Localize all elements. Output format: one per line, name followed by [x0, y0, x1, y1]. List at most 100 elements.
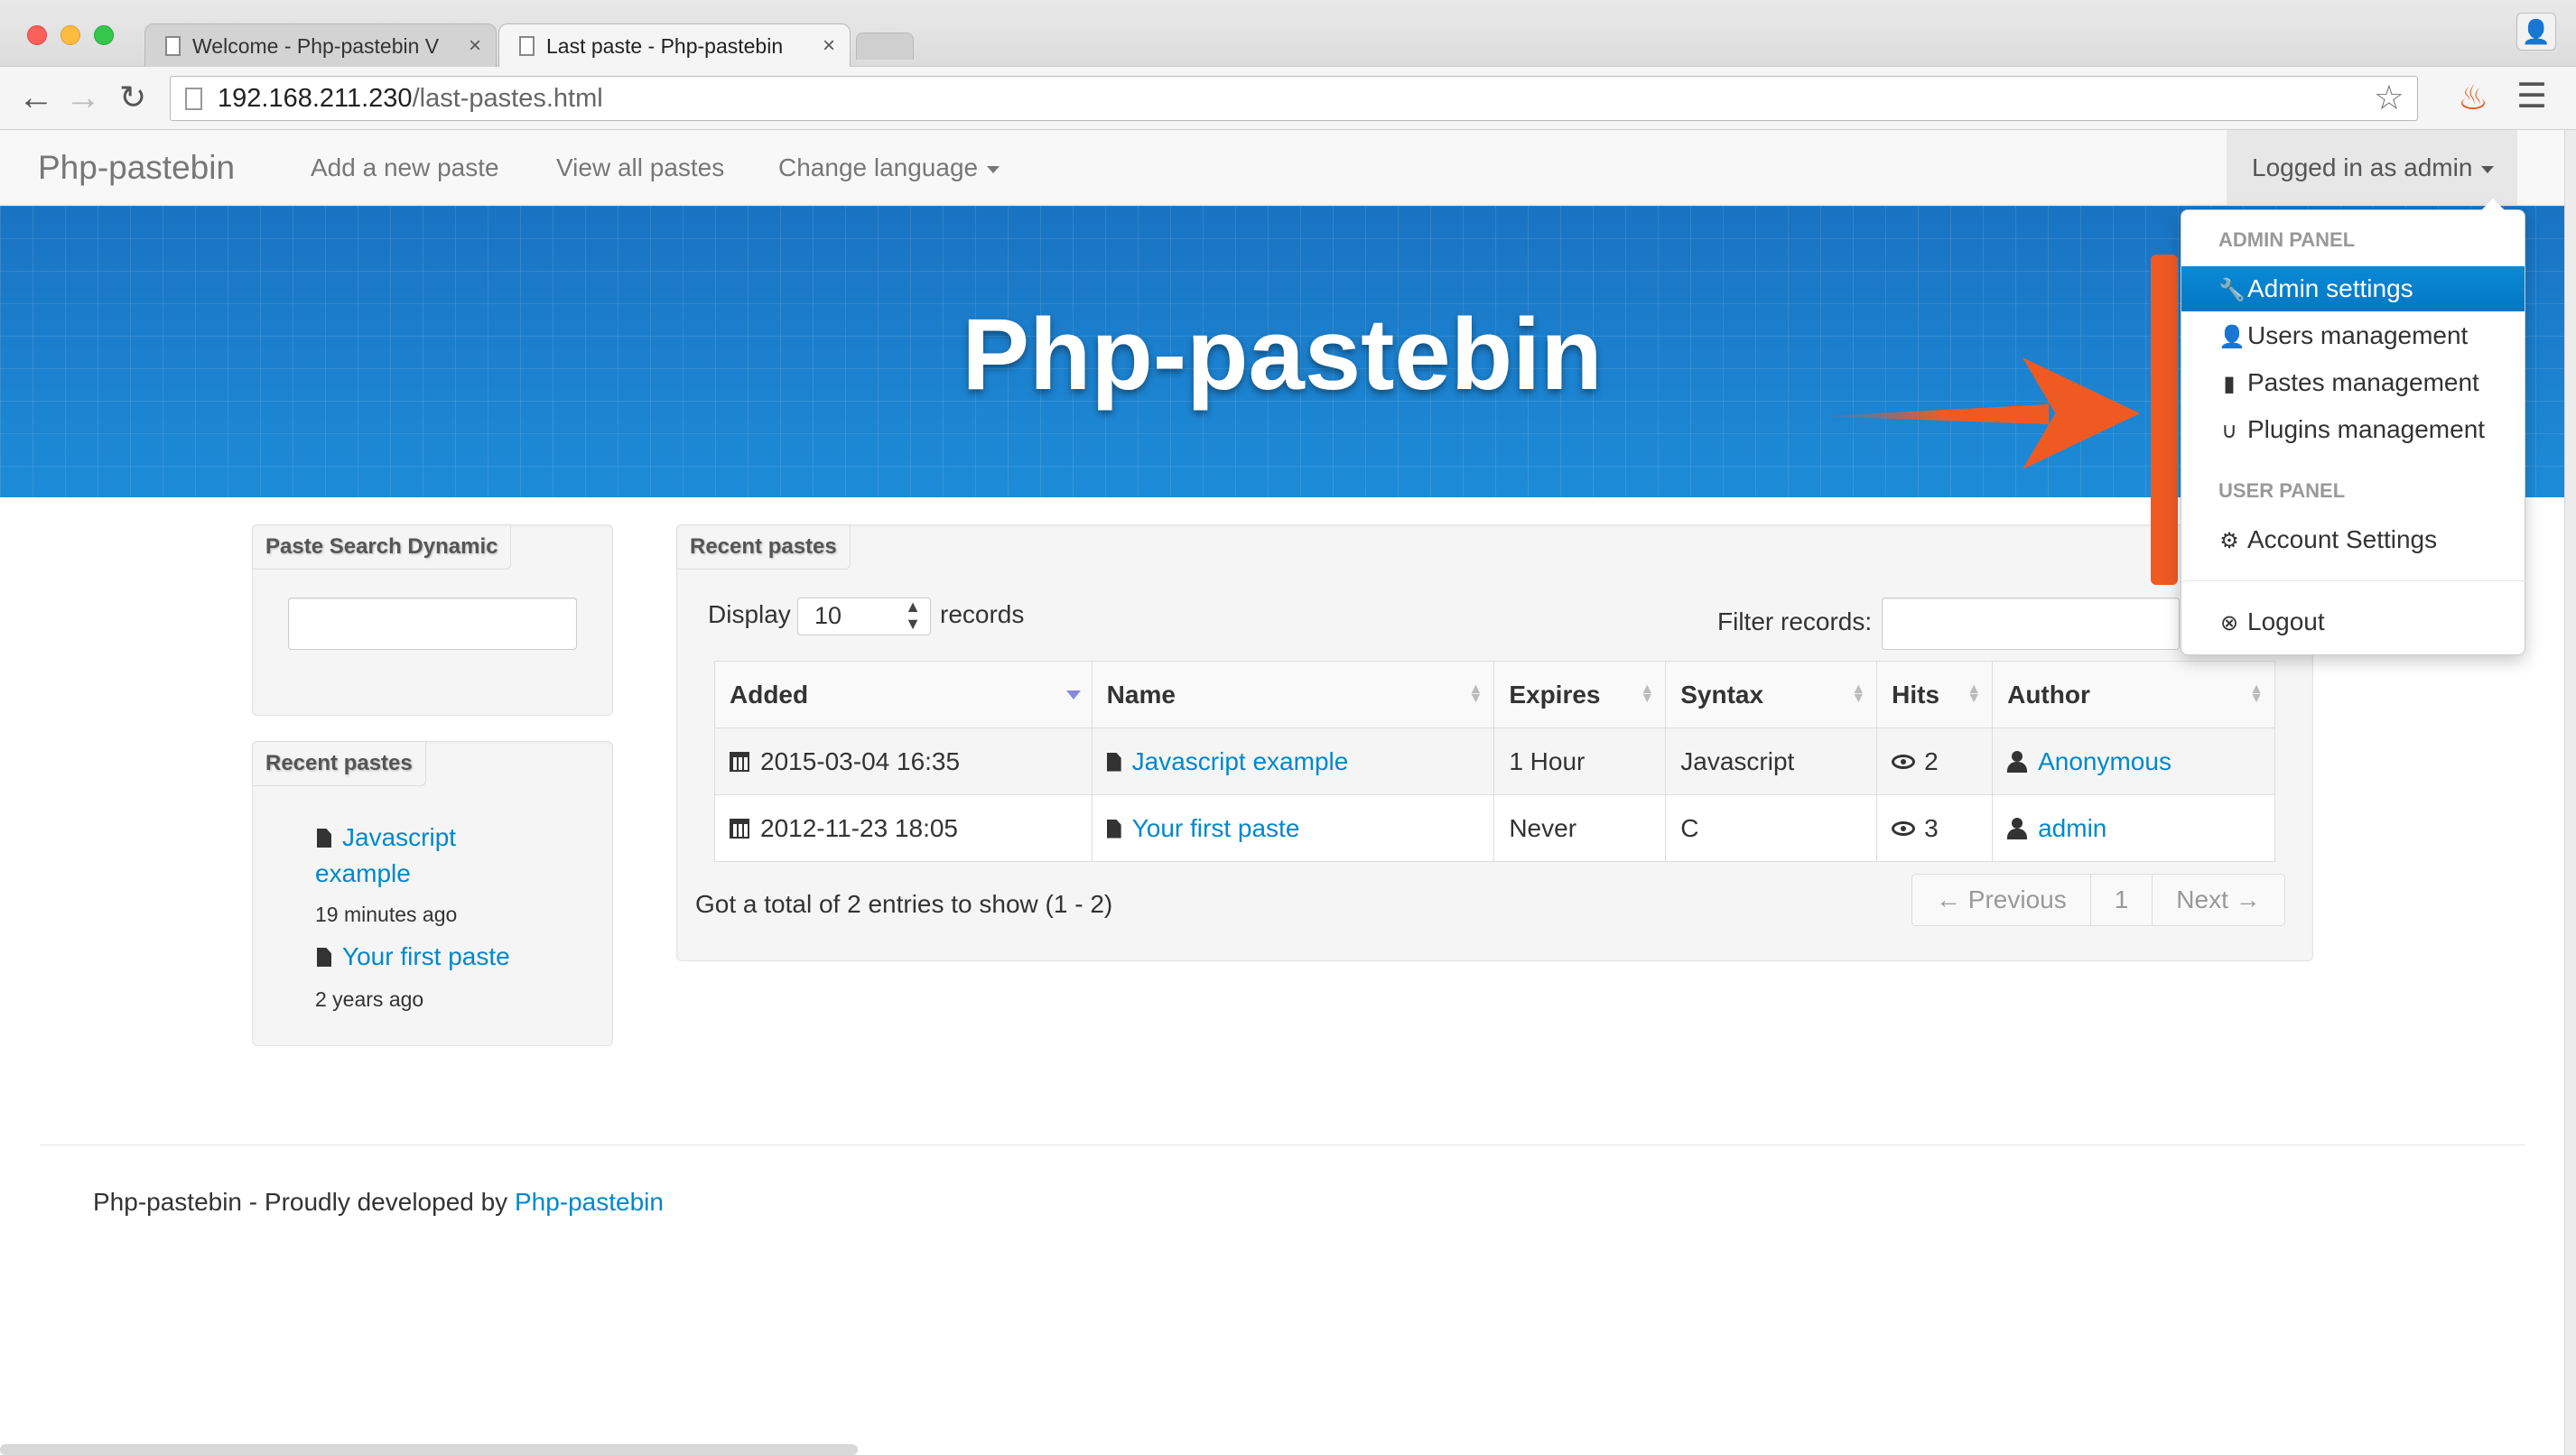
sidebar-recent-item[interactable]: Javascript	[317, 820, 456, 856]
table-summary: Got a total of 2 entries to show (1 - 2)	[695, 890, 1113, 918]
panel-title: Paste Search Dynamic	[252, 524, 512, 570]
nav-add-paste[interactable]: Add a new paste	[311, 130, 499, 206]
display-count-select[interactable]: 10 ▲ ▼	[797, 598, 931, 635]
cell-name: Javascript example	[1091, 728, 1495, 795]
close-window-button[interactable]	[27, 25, 47, 45]
sidebar-recent-item-continued[interactable]: example	[315, 856, 411, 892]
next-page-button[interactable]: Next →	[2153, 875, 2284, 925]
user-icon: 👤	[2218, 325, 2246, 349]
menu-item-label: Pastes management	[2247, 368, 2479, 396]
author-link[interactable]: Anonymous	[2038, 747, 2171, 775]
magnet-icon: ∪	[2221, 419, 2237, 443]
menu-item-admin-settings[interactable]: 🔧Admin settings	[2181, 266, 2525, 311]
horizontal-scrollbar[interactable]	[0, 1444, 858, 1455]
menu-item-plugins-management[interactable]: ∪ Plugins management	[2181, 407, 2525, 452]
paste-link[interactable]: Javascript example	[1132, 747, 1349, 775]
chevron-down-icon	[2481, 165, 2495, 173]
paste-search-input[interactable]	[288, 598, 577, 650]
pastes-table: Added Name ▲ ▼ Expires ▲ ▼ Syntax ▲ ▼ Hits ▲ ▼ A…	[714, 661, 2275, 862]
author-link[interactable]: admin	[2038, 814, 2106, 842]
sidebar-recent-item[interactable]: Your first paste	[317, 939, 510, 975]
menu-item-label: Logout	[2247, 607, 2325, 635]
admin-panel-header: ADMIN PANEL	[2218, 228, 2356, 251]
menu-item-label: Admin settings	[2247, 274, 2413, 302]
paste-link[interactable]: Your first paste	[1132, 814, 1300, 842]
maximize-window-button[interactable]	[94, 25, 114, 45]
browser-tab-last-paste[interactable]: Last paste - Php-pastebin ×	[498, 23, 851, 67]
column-title: Author	[2007, 680, 2090, 709]
recent-title-line1: Javascript	[342, 823, 457, 851]
nav-change-language[interactable]: Change language	[778, 130, 1000, 206]
recent-title: Your first paste	[342, 942, 510, 970]
column-header-hits[interactable]: Hits ▲ ▼	[1876, 661, 1994, 728]
logout-circle-x-icon: ⊗	[2219, 611, 2239, 635]
recent-time: 2 years ago	[315, 987, 424, 1011]
nav-view-all[interactable]: View all pastes	[556, 130, 724, 206]
table-header-row: Added Name ▲ ▼ Expires ▲ ▼ Syntax ▲ ▼ Hits ▲ ▼ A…	[714, 661, 2275, 728]
file-icon: ▮	[2223, 372, 2236, 396]
cell-name: Your first paste	[1091, 794, 1495, 862]
eye-icon	[1892, 820, 1916, 836]
window-edge	[2564, 130, 2576, 1455]
cell-added: 2012-11-23 18:05	[714, 794, 1093, 862]
new-tab-button[interactable]	[856, 32, 914, 60]
recent-time: 19 minutes ago	[315, 903, 458, 926]
column-header-name[interactable]: Name ▲ ▼	[1091, 661, 1495, 728]
forward-arrow-icon[interactable]: →	[65, 76, 101, 119]
user-menu-toggle[interactable]: Logged in as admin	[2227, 130, 2517, 206]
file-icon	[1106, 819, 1121, 839]
column-header-syntax[interactable]: Syntax ▲ ▼	[1665, 661, 1878, 728]
cell-expires: Never	[1493, 794, 1667, 862]
page-icon	[519, 36, 535, 56]
minimize-window-button[interactable]	[60, 25, 80, 45]
bookmark-star-icon[interactable]: ☆	[2374, 77, 2404, 120]
browser-tab-welcome[interactable]: Welcome - Php-pastebin V ×	[144, 23, 497, 67]
url-path: /last-pastes.html	[412, 84, 603, 113]
address-bar[interactable]: 192.168.211.230/last-pastes.html ☆	[170, 76, 2418, 121]
calendar-icon	[730, 751, 749, 772]
sidebar-recent-panel: Recent pastes Javascript example 19 minu…	[252, 741, 613, 1046]
menu-item-users-management[interactable]: 👤Users management	[2181, 313, 2525, 358]
banner-title: Php-pastebin	[962, 298, 1603, 411]
profile-icon[interactable]: 👤	[2516, 13, 2556, 51]
hero-banner: Php-pastebin	[0, 206, 2564, 497]
hamburger-menu-icon[interactable]: ☰	[2516, 76, 2547, 116]
column-header-author[interactable]: Author ▲ ▼	[1992, 661, 2275, 728]
menu-item-logout[interactable]: ⊗ Logout	[2181, 599, 2525, 644]
close-tab-icon[interactable]: ×	[823, 24, 835, 67]
display-label: Display	[708, 600, 791, 628]
table-row: 2015-03-04 16:35 Javascript example 1 Ho…	[714, 728, 2275, 795]
column-header-expires[interactable]: Expires ▲ ▼	[1493, 661, 1667, 728]
back-arrow-icon[interactable]: ←	[18, 76, 54, 119]
records-label: records	[940, 600, 1025, 628]
page-1-button[interactable]: 1	[2090, 875, 2153, 925]
cell-author: admin	[1992, 794, 2275, 862]
hits-value: 3	[1924, 813, 1939, 842]
filter-records-input[interactable]	[1882, 598, 2180, 650]
menu-item-pastes-management[interactable]: ▮ Pastes management	[2181, 360, 2525, 405]
previous-page-button[interactable]: ← Previous	[1912, 875, 2091, 925]
table-row: 2012-11-23 18:05 Your first paste Never …	[714, 794, 2275, 862]
column-header-added[interactable]: Added	[714, 661, 1093, 728]
eye-icon	[1892, 754, 1916, 769]
brand-link[interactable]: Php-pastebin	[38, 130, 235, 206]
reload-icon[interactable]: ↻	[119, 76, 146, 119]
extension-flame-icon[interactable]: ♨	[2458, 78, 2488, 118]
menu-item-account-settings[interactable]: ⚙ Account Settings	[2181, 517, 2525, 562]
sort-icon: ▲ ▼	[2249, 681, 2264, 706]
column-title: Expires	[1509, 680, 1601, 709]
browser-titlebar: Welcome - Php-pastebin V × Last paste - …	[0, 0, 2576, 67]
filter-label: Filter records:	[1717, 607, 1873, 635]
menu-item-label: Users management	[2247, 321, 2469, 349]
display-count-value: 10	[814, 602, 842, 629]
close-tab-icon[interactable]: ×	[469, 24, 481, 67]
footer-text: Php-pastebin - Proudly developed by	[93, 1188, 515, 1216]
footer-link[interactable]: Php-pastebin	[515, 1188, 664, 1216]
gear-icon: ⚙	[2219, 529, 2239, 553]
column-title: Hits	[1892, 680, 1940, 709]
column-title: Name	[1106, 680, 1176, 709]
panel-title: Recent pastes	[676, 524, 851, 570]
user-panel-header: USER PANEL	[2218, 479, 2346, 502]
wrench-icon: 🔧	[2218, 278, 2246, 302]
user-dropdown-menu: ADMIN PANEL 🔧Admin settings 👤Users manag…	[2181, 199, 2525, 655]
